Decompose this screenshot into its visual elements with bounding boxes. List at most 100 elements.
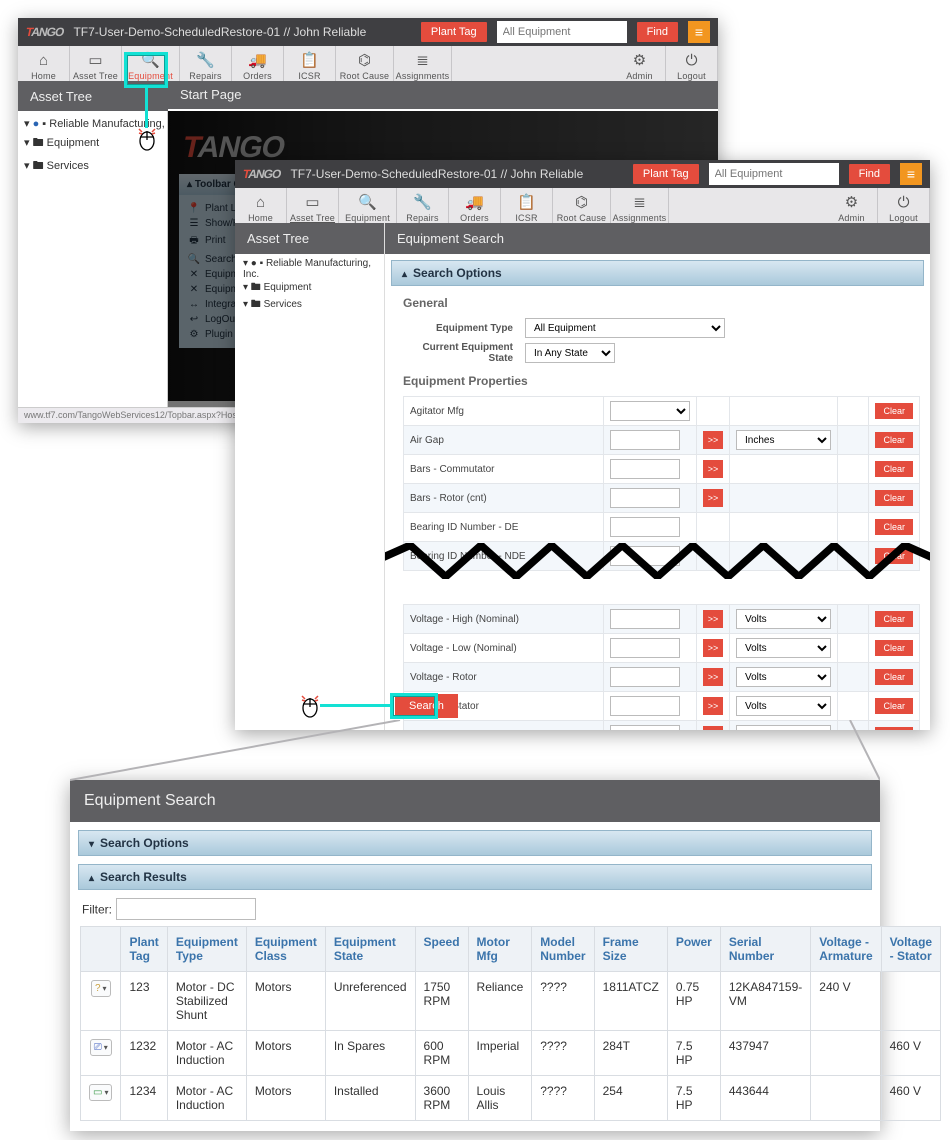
property-value-cell	[604, 692, 697, 721]
operator-button[interactable]: >>	[703, 610, 723, 628]
property-input[interactable]	[610, 609, 680, 629]
nav-assignments[interactable]: ≣Assignments	[394, 46, 452, 86]
property-clear-cell: Clear	[869, 426, 920, 455]
property-name: Voltage - High (Nominal)	[404, 605, 604, 634]
property-unit-cell	[730, 513, 838, 542]
equip-type-select[interactable]: All Equipment	[525, 318, 725, 338]
clear-button[interactable]: Clear	[875, 519, 913, 535]
search-input[interactable]	[497, 21, 627, 43]
property-input[interactable]	[610, 696, 680, 716]
row-action-menu[interactable]: ?▾	[91, 980, 111, 997]
nav-asset-tree[interactable]: ▭Asset Tree	[287, 188, 339, 228]
find-button[interactable]: Find	[849, 164, 890, 184]
nav-admin[interactable]: ⚙Admin	[826, 188, 878, 228]
menu-button[interactable]: ≡	[688, 21, 710, 43]
nav-repairs[interactable]: 🔧Repairs	[397, 188, 449, 228]
property-input[interactable]	[610, 667, 680, 687]
nav-logout[interactable]: ⏻Logout	[878, 188, 930, 228]
property-input[interactable]	[610, 517, 680, 537]
unit-select[interactable]: Inches	[736, 430, 831, 450]
highlight-search-button	[390, 693, 438, 719]
row-action-menu[interactable]: ⎚▾	[90, 1039, 112, 1056]
column-header[interactable]: Motor Mfg	[468, 927, 532, 972]
cell-serial: 12KA847159-VM	[720, 972, 810, 1031]
tree-node-root[interactable]: ▾ ● ▪ Reliable Manufacturing, Inc.	[243, 258, 380, 280]
nav-home[interactable]: ⌂Home	[235, 188, 287, 228]
column-header[interactable]: Power	[667, 927, 720, 972]
column-header[interactable]: Plant Tag	[121, 927, 167, 972]
operator-button[interactable]: >>	[703, 639, 723, 657]
nav-icsr[interactable]: 📋ICSR	[284, 46, 336, 86]
clear-button[interactable]: Clear	[875, 669, 913, 685]
search-results-section[interactable]: ▴Search Results	[78, 864, 872, 890]
find-button[interactable]: Find	[637, 22, 678, 42]
column-header[interactable]: Model Number	[532, 927, 594, 972]
clear-button[interactable]: Clear	[875, 611, 913, 627]
unit-select[interactable]: Volts	[736, 696, 831, 716]
column-header[interactable]: Voltage - Armature	[811, 927, 881, 972]
list-icon: ≣	[611, 194, 668, 211]
search-options-section-collapsed[interactable]: ▾Search Options	[78, 830, 872, 856]
unit-select[interactable]: Volts	[736, 638, 831, 658]
clear-button[interactable]: Clear	[875, 432, 913, 448]
tree-node-serv[interactable]: ▾ 🖿 Services	[243, 297, 380, 314]
column-header[interactable]: Equipment Type	[167, 927, 246, 972]
operator-button[interactable]: >>	[703, 668, 723, 686]
column-header[interactable]: Voltage - Stator	[881, 927, 940, 972]
nav-orders[interactable]: 🚚Orders	[449, 188, 501, 228]
clear-button[interactable]: Clear	[875, 727, 913, 730]
clear-button[interactable]: Clear	[875, 461, 913, 477]
search-icon: 🔍	[339, 194, 396, 211]
caret-up-icon: ▴	[402, 269, 407, 280]
search-input[interactable]	[709, 163, 839, 185]
column-header[interactable]: Frame Size	[594, 927, 667, 972]
operator-button[interactable]: >>	[703, 431, 723, 449]
column-header[interactable]: Equipment Class	[246, 927, 325, 972]
tree-node-serv[interactable]: ▾ 🖿 Services	[24, 155, 163, 178]
plant-tag-button[interactable]: Plant Tag	[421, 22, 487, 42]
clear-button[interactable]: Clear	[875, 640, 913, 656]
menu-button[interactable]: ≡	[900, 163, 922, 185]
nav-repairs[interactable]: 🔧Repairs	[180, 46, 232, 86]
row-status-icon: ?	[95, 983, 101, 994]
column-header[interactable]	[81, 927, 121, 972]
cell-volt-stator: 460 V	[881, 1076, 940, 1121]
column-header[interactable]: Speed	[415, 927, 468, 972]
equip-state-select[interactable]: In Any State	[525, 343, 615, 363]
nav-home[interactable]: ⌂Home	[18, 46, 70, 86]
column-header[interactable]: Serial Number	[720, 927, 810, 972]
tree-node-equip[interactable]: ▾ 🖿 Equipment	[243, 280, 380, 297]
nav-icsr[interactable]: 📋ICSR	[501, 188, 553, 228]
nav-root-cause[interactable]: ⌬Root Cause	[336, 46, 394, 86]
unit-select[interactable]: Volts	[736, 667, 831, 687]
property-input[interactable]	[610, 638, 680, 658]
unit-select[interactable]: Volts	[736, 609, 831, 629]
nav-orders[interactable]: 🚚Orders	[232, 46, 284, 86]
table-header-row: Plant TagEquipment TypeEquipment ClassEq…	[81, 927, 941, 972]
operator-button[interactable]: >>	[703, 489, 723, 507]
property-input[interactable]	[610, 488, 680, 508]
nav-asset-tree[interactable]: ▭Asset Tree	[70, 46, 122, 86]
cell-equip-class: Motors	[246, 1076, 325, 1121]
column-header[interactable]: Equipment State	[325, 927, 415, 972]
search-options-section[interactable]: ▴Search Options	[391, 260, 924, 286]
clear-button[interactable]: Clear	[875, 403, 913, 419]
nav-root-cause[interactable]: ⌬Root Cause	[553, 188, 611, 228]
clear-button[interactable]: Clear	[875, 698, 913, 714]
plant-tag-button[interactable]: Plant Tag	[633, 164, 699, 184]
zoom-ray	[70, 720, 880, 790]
operator-button[interactable]: >>	[703, 460, 723, 478]
nav-logout[interactable]: ⏻Logout	[666, 46, 718, 86]
property-select[interactable]	[610, 401, 690, 421]
property-input[interactable]	[610, 430, 680, 450]
nav-admin[interactable]: ⚙Admin	[614, 46, 666, 86]
home-icon: ⌂	[18, 52, 69, 69]
nav-assignments[interactable]: ≣Assignments	[611, 188, 669, 228]
operator-button[interactable]: >>	[703, 697, 723, 715]
row-action-menu[interactable]: ▭▾	[89, 1084, 112, 1101]
filter-input[interactable]	[116, 898, 256, 920]
property-input[interactable]	[610, 459, 680, 479]
clear-button[interactable]: Clear	[875, 490, 913, 506]
clipboard-icon: 📋	[501, 194, 552, 211]
nav-equipment[interactable]: 🔍Equipment	[339, 188, 397, 228]
